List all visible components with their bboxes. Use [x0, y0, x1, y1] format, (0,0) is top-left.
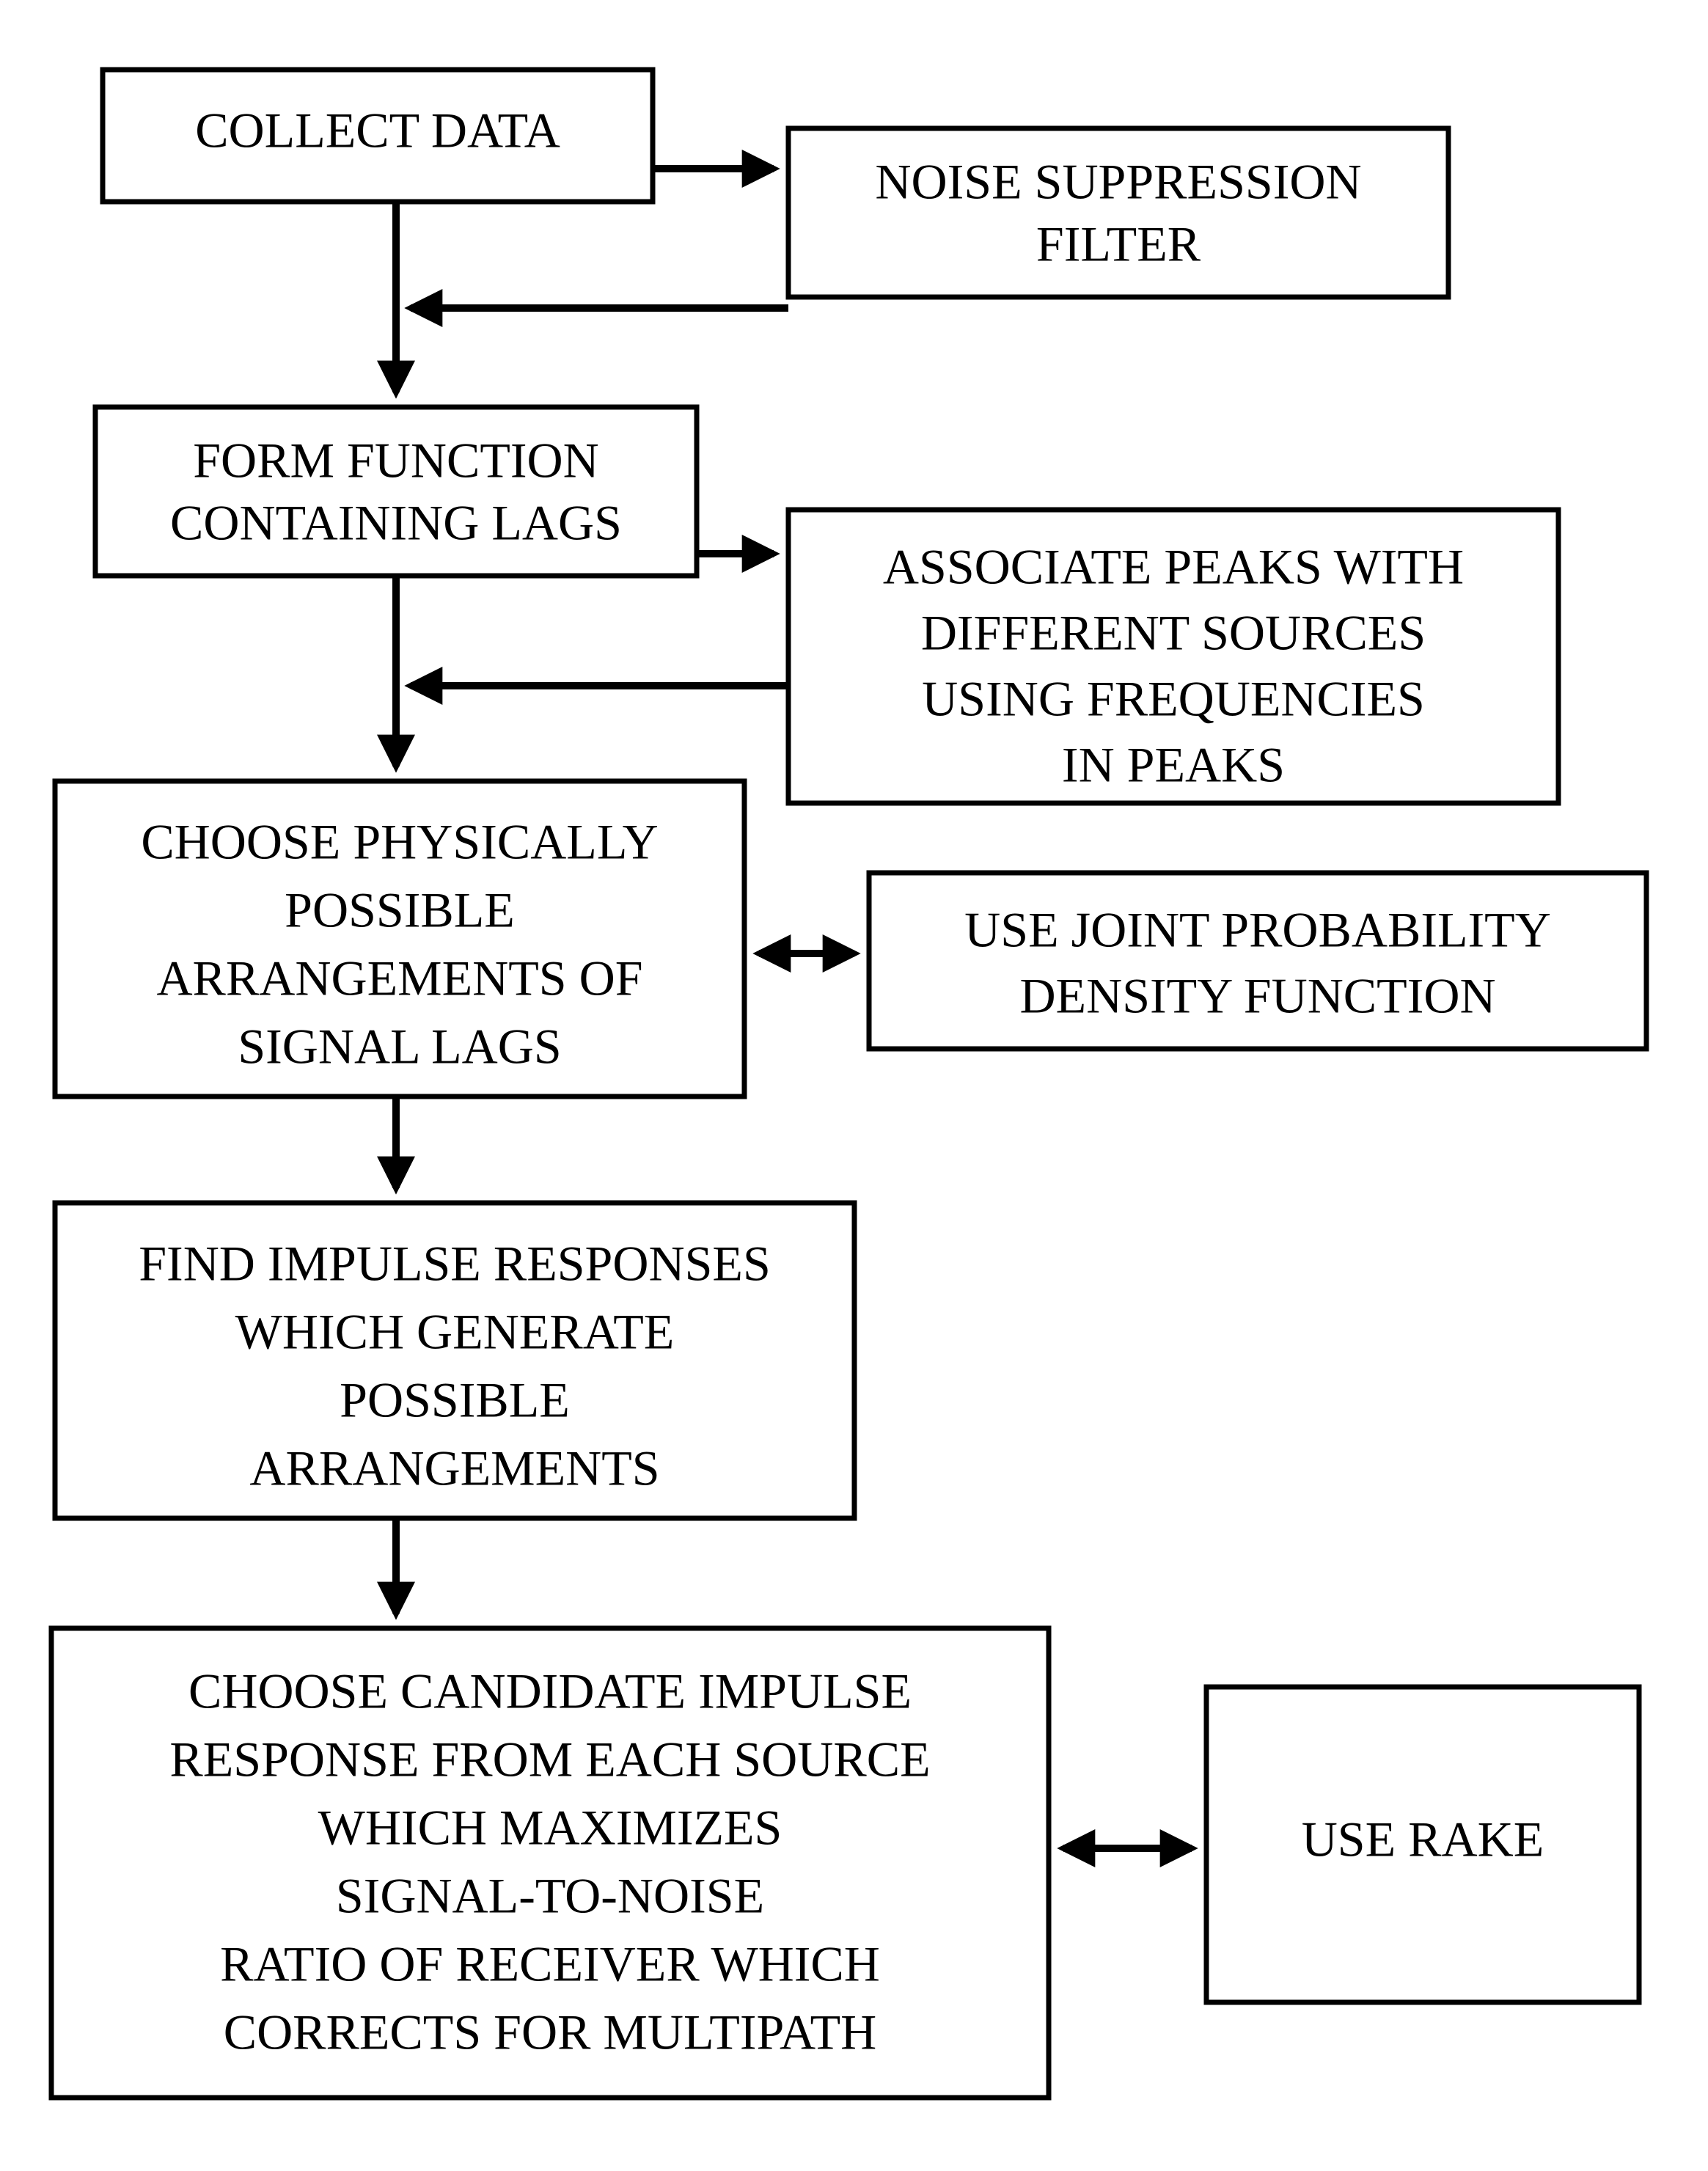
node-choose-arrangements: CHOOSE PHYSICALLY POSSIBLE ARRANGEMENTS … [55, 781, 744, 1097]
node-collect-data: COLLECT DATA [103, 70, 653, 202]
node-label: ARRANGEMENTS [249, 1440, 659, 1496]
node-choose-candidate: CHOOSE CANDIDATE IMPULSE RESPONSE FROM E… [51, 1628, 1049, 2098]
node-label: RATIO OF RECEIVER WHICH [220, 1936, 880, 1992]
node-label: POSSIBLE [285, 882, 515, 938]
node-label: WHICH MAXIMIZES [318, 1800, 782, 1856]
node-label: WHICH GENERATE [235, 1304, 675, 1360]
node-label: SIGNAL LAGS [238, 1019, 561, 1074]
node-label: USE RAKE [1302, 1812, 1544, 1867]
node-label: SIGNAL-TO-NOISE [336, 1868, 764, 1924]
node-label: NOISE SUPPRESSION [875, 154, 1361, 210]
node-label: POSSIBLE [340, 1372, 570, 1428]
node-label: CHOOSE CANDIDATE IMPULSE [188, 1663, 912, 1719]
node-label: CORRECTS FOR MULTIPATH [224, 2005, 877, 2060]
node-label: CONTAINING LAGS [170, 495, 622, 551]
node-label: RESPONSE FROM EACH SOURCE [169, 1732, 930, 1787]
node-find-impulse-responses: FIND IMPULSE RESPONSES WHICH GENERATE PO… [55, 1203, 854, 1518]
node-label: USING FREQUENCIES [922, 671, 1425, 727]
node-label: ARRANGEMENTS OF [156, 951, 642, 1006]
node-form-function: FORM FUNCTION CONTAINING LAGS [95, 407, 697, 576]
node-label: FORM FUNCTION [193, 433, 599, 488]
node-label: IN PEAKS [1062, 737, 1285, 793]
node-noise-suppression-filter: NOISE SUPPRESSION FILTER [788, 128, 1448, 297]
node-associate-peaks: ASSOCIATE PEAKS WITH DIFFERENT SOURCES U… [788, 510, 1558, 803]
node-label: CHOOSE PHYSICALLY [141, 814, 658, 870]
node-label: USE JOINT PROBABILITY [964, 902, 1551, 958]
node-label: FILTER [1036, 216, 1201, 272]
flowchart: COLLECT DATA NOISE SUPPRESSION FILTER FO… [0, 0, 1708, 2171]
node-use-rake: USE RAKE [1206, 1687, 1639, 2002]
node-label: COLLECT DATA [195, 103, 560, 158]
node-label: ASSOCIATE PEAKS WITH [883, 539, 1464, 595]
node-label: FIND IMPULSE RESPONSES [139, 1236, 771, 1292]
node-label: DIFFERENT SOURCES [921, 605, 1426, 661]
node-joint-probability: USE JOINT PROBABILITY DENSITY FUNCTION [869, 873, 1646, 1049]
node-label: DENSITY FUNCTION [1019, 968, 1495, 1024]
